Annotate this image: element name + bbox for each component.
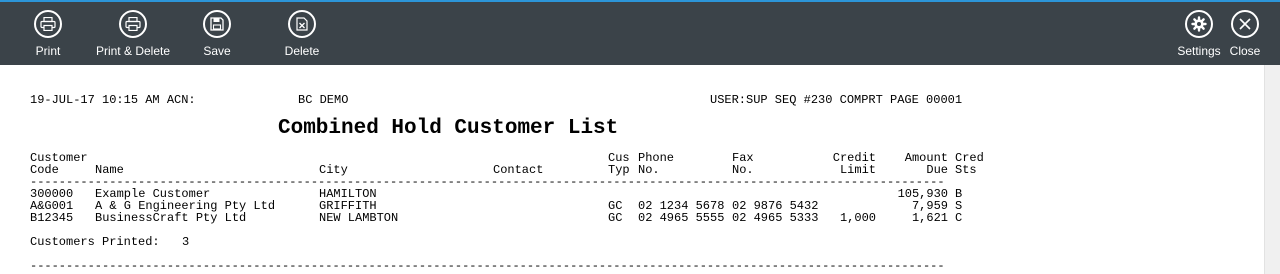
- row-typ: GC: [608, 211, 623, 225]
- row-city: NEW LAMBTON: [319, 211, 399, 225]
- print-delete-button[interactable]: Print & Delete: [94, 8, 172, 64]
- save-icon: [203, 10, 231, 38]
- delete-button[interactable]: Delete: [267, 8, 337, 64]
- row-credit-limit: 1,000: [839, 211, 876, 225]
- delete-icon: [288, 10, 316, 38]
- row-fax: 02 4965 5333: [732, 211, 819, 225]
- col-credit-limit-2: Limit: [839, 163, 876, 177]
- save-label: Save: [203, 44, 231, 58]
- row-phone: 02 4965 5555: [638, 211, 725, 225]
- close-label: Close: [1229, 44, 1261, 58]
- col-phone-2: No.: [638, 163, 660, 177]
- col-cred-sts-2: Sts: [955, 163, 977, 177]
- customers-printed-label: Customers Printed:: [30, 235, 160, 249]
- printer-icon: [34, 10, 62, 38]
- print-button[interactable]: Print: [13, 8, 83, 64]
- header-user: USER:SUP SEQ #230 COMPRT PAGE 00001: [710, 93, 963, 107]
- print-delete-label: Print & Delete: [95, 44, 171, 58]
- footer-separator: ----------------------------------------…: [30, 260, 945, 272]
- col-city: City: [319, 163, 348, 177]
- col-name: Name: [95, 163, 124, 177]
- report-viewer: 19-JUL-17 10:15 AM ACN: BC DEMO USER:SUP…: [0, 65, 1264, 274]
- col-amount-due-2: Due: [926, 163, 948, 177]
- vertical-scrollbar[interactable]: [1264, 65, 1280, 274]
- header-company: BC DEMO: [298, 93, 349, 107]
- row-cred-sts: C: [955, 211, 963, 225]
- col-fax-2: No.: [732, 163, 754, 177]
- toolbar: Print Print & Delete Save Delete Setting…: [0, 0, 1280, 65]
- col-customer-code-2: Code: [30, 163, 59, 177]
- close-icon: [1231, 10, 1259, 38]
- gear-icon: [1185, 10, 1213, 38]
- print-delete-icon: [119, 10, 147, 38]
- col-contact: Contact: [493, 163, 544, 177]
- header-date: 19-JUL-17 10:15 AM ACN:: [30, 93, 196, 107]
- row-name: BusinessCraft Pty Ltd: [95, 211, 247, 225]
- customers-printed-count: 3: [182, 235, 190, 249]
- delete-label: Delete: [284, 44, 320, 58]
- print-label: Print: [35, 44, 61, 58]
- row-amount-due: 1,621: [911, 211, 948, 225]
- save-button[interactable]: Save: [182, 8, 252, 64]
- row-code: B12345: [30, 211, 74, 225]
- col-cus-typ-2: Typ: [608, 163, 630, 177]
- close-button[interactable]: Close: [1210, 8, 1280, 64]
- report-title: Combined Hold Customer List: [278, 117, 619, 140]
